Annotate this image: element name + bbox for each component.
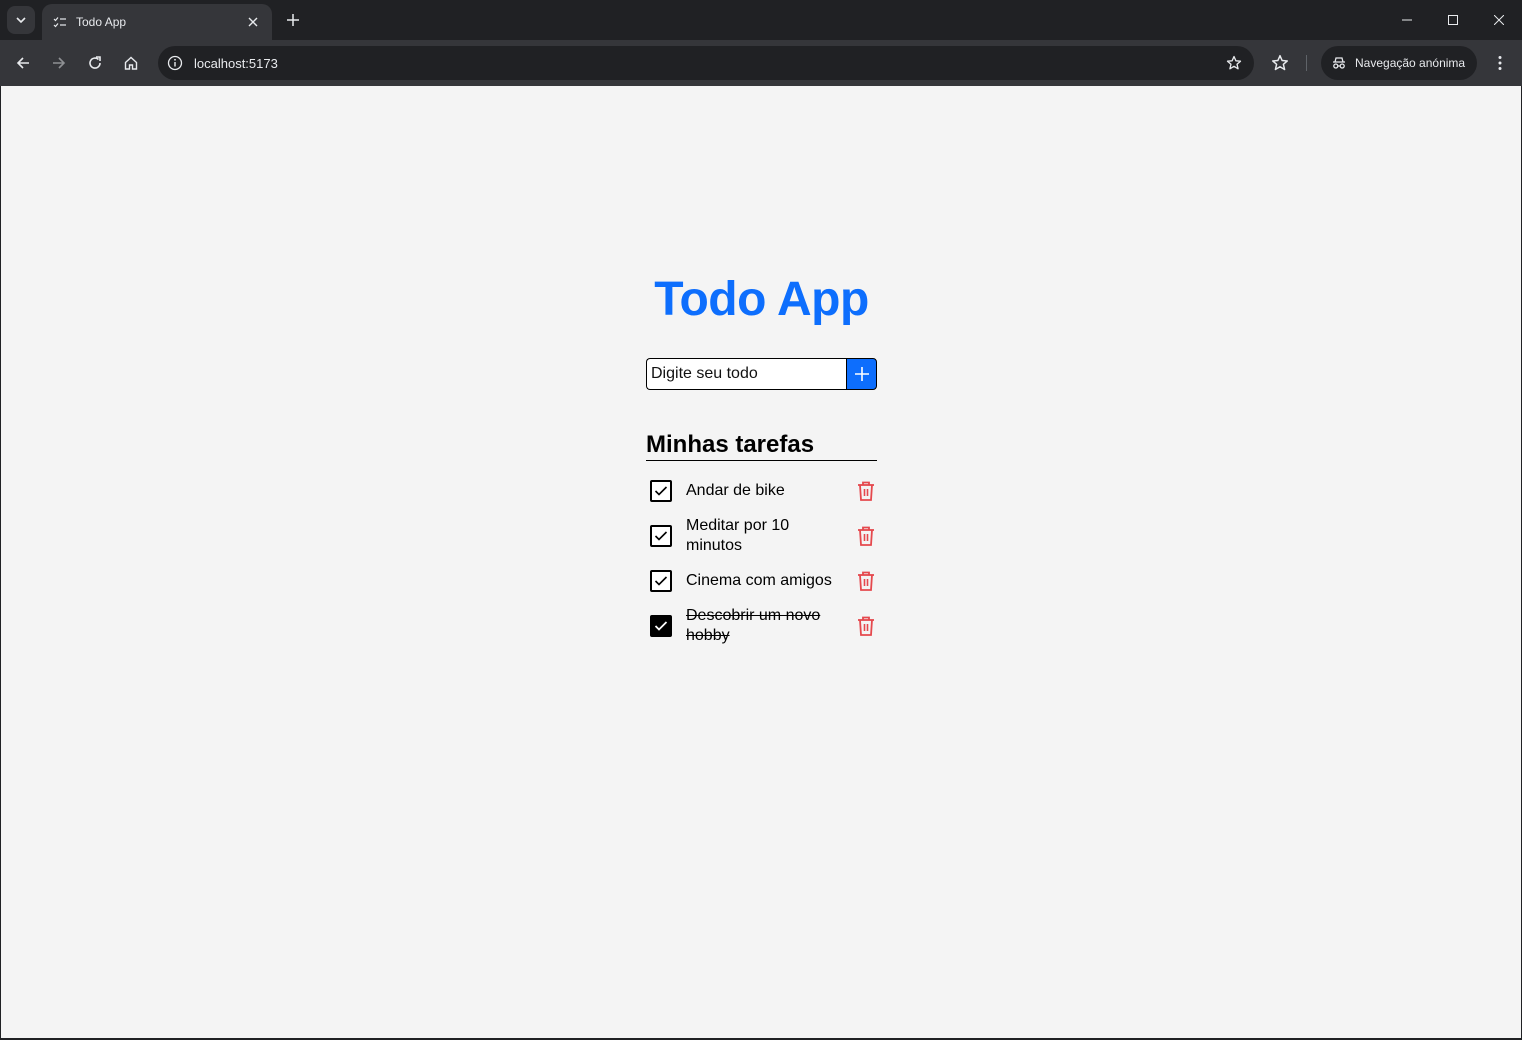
browser-menu-button[interactable]	[1486, 49, 1514, 77]
close-window-button[interactable]	[1476, 0, 1522, 40]
plus-icon	[854, 367, 869, 381]
bookmark-star-icon[interactable]	[1220, 49, 1248, 77]
checklist-icon	[52, 14, 68, 30]
maximize-button[interactable]	[1430, 0, 1476, 40]
todo-checkbox[interactable]	[650, 570, 672, 592]
incognito-indicator[interactable]: Navegação anónima	[1321, 46, 1477, 80]
tab-title: Todo App	[76, 15, 127, 29]
todo-checkbox[interactable]	[650, 525, 672, 547]
close-tab-icon[interactable]	[244, 13, 262, 31]
todo-checkbox-checked[interactable]	[650, 615, 672, 637]
todo-item: Andar de bike	[646, 479, 877, 503]
add-todo-button[interactable]	[846, 358, 877, 390]
checkmark-icon	[654, 486, 668, 496]
todo-item-done: Descobrir um novo hobby	[646, 606, 877, 646]
page-viewport: Todo App Minhas tarefas Andar de bike	[1, 86, 1521, 1038]
todo-text: Meditar por 10 minutos	[686, 517, 790, 554]
trash-icon	[858, 616, 874, 636]
reload-button[interactable]	[81, 49, 109, 77]
tab-search-button[interactable]	[7, 6, 35, 34]
trash-icon	[858, 526, 874, 546]
arrow-left-icon	[16, 57, 29, 69]
maximize-icon	[1448, 15, 1458, 25]
delete-todo-button[interactable]	[855, 569, 877, 593]
site-info-icon[interactable]	[166, 54, 184, 72]
address-bar[interactable]: localhost:5173	[158, 46, 1254, 80]
tab-active[interactable]: Todo App	[42, 4, 272, 40]
minimize-icon	[1402, 19, 1412, 21]
new-tab-button[interactable]	[282, 9, 304, 31]
checkmark-icon	[654, 531, 668, 541]
todo-text-done: Descobrir um novo hobby	[686, 607, 821, 644]
plus-icon	[287, 14, 299, 26]
checkmark-icon	[654, 621, 668, 631]
minimize-button[interactable]	[1384, 0, 1430, 40]
delete-todo-button[interactable]	[855, 479, 877, 503]
delete-todo-button[interactable]	[855, 524, 877, 548]
incognito-label: Navegação anónima	[1355, 56, 1466, 70]
todo-checkbox[interactable]	[650, 480, 672, 502]
browser-window: Todo App localhost:5173 Navegação anónim…	[0, 0, 1522, 1040]
todo-list: Andar de bike Meditar por 10 minutos Cin…	[646, 479, 877, 646]
todo-item: Meditar por 10 minutos	[646, 516, 877, 556]
close-icon	[1494, 15, 1504, 25]
trash-icon	[858, 481, 874, 501]
list-title: Minhas tarefas	[646, 431, 877, 461]
toolbar-divider	[1306, 55, 1307, 71]
incognito-icon	[1333, 57, 1345, 69]
todo-text: Andar de bike	[686, 482, 785, 499]
add-todo-form	[646, 358, 877, 390]
url-text: localhost:5173	[194, 55, 278, 71]
home-icon	[124, 56, 138, 70]
browser-toolbar: localhost:5173 Navegação anónima	[0, 40, 1522, 86]
todo-input[interactable]	[646, 358, 846, 390]
arrow-right-icon	[53, 57, 66, 69]
star-icon	[1271, 54, 1289, 71]
reload-icon	[89, 56, 101, 69]
home-button[interactable]	[117, 49, 145, 77]
forward-button[interactable]	[45, 49, 73, 77]
delete-todo-button[interactable]	[855, 614, 877, 638]
more-vertical-icon	[1498, 56, 1502, 70]
todo-app: Todo App Minhas tarefas Andar de bike	[646, 272, 877, 659]
trash-icon	[858, 571, 874, 591]
chevron-down-icon	[16, 17, 26, 24]
todo-text: Cinema com amigos	[686, 572, 832, 589]
todo-item: Cinema com amigos	[646, 569, 877, 593]
window-controls	[1384, 0, 1522, 40]
bookmarks-extension-button[interactable]	[1266, 49, 1294, 77]
page-title: Todo App	[654, 273, 869, 326]
checkmark-icon	[654, 576, 668, 586]
tab-strip: Todo App	[0, 0, 1522, 40]
back-button[interactable]	[9, 49, 37, 77]
